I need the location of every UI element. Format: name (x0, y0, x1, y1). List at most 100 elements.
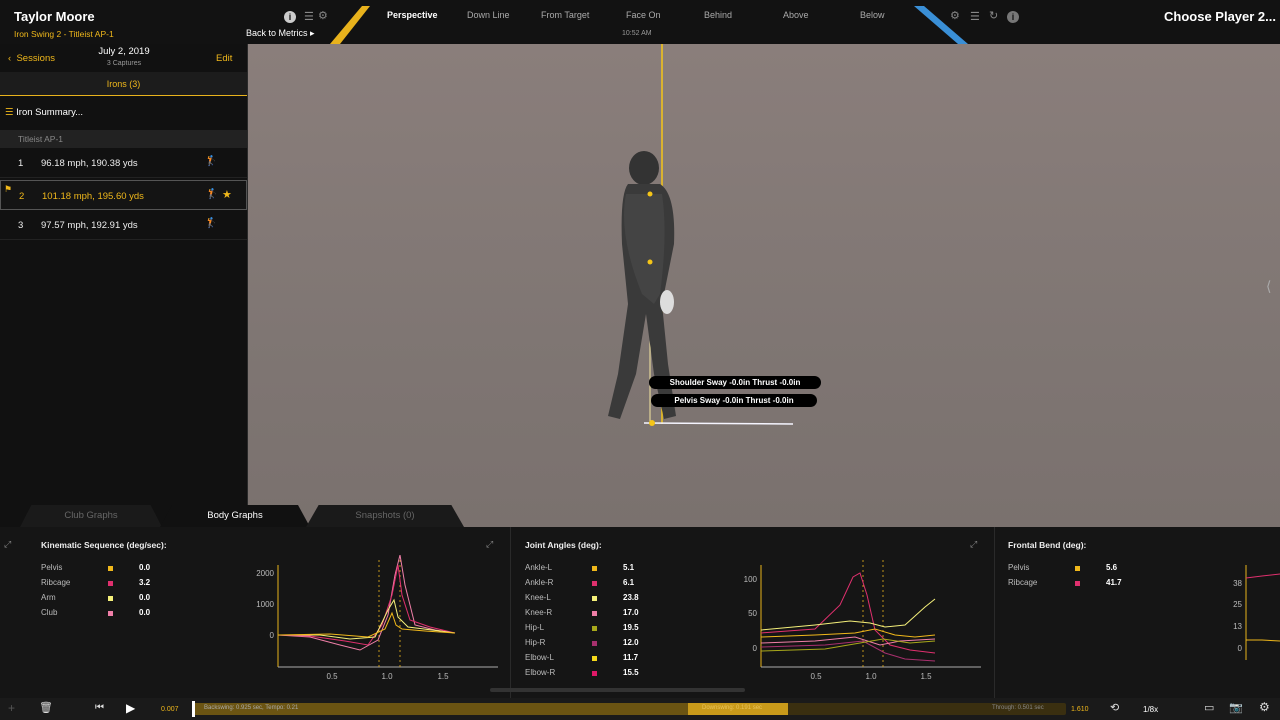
legend-item-pelvis: Pelvis 5.6 (1008, 563, 1136, 575)
view-below[interactable]: Below (860, 10, 885, 20)
legend-swatch (592, 581, 597, 586)
legend-label: Knee-R (525, 608, 553, 617)
frontal-y-tick-38: 38 (1233, 579, 1242, 588)
trash-icon[interactable]: 🗑 (39, 701, 53, 714)
view-above[interactable]: Above (783, 10, 809, 20)
view-behind[interactable]: Behind (704, 10, 732, 20)
legend-value: 5.6 (1106, 563, 1118, 572)
expand-icon-kinematic[interactable]: ⤢ (486, 539, 493, 550)
swing-viewport[interactable]: Shoulder Sway -0.0in Thrust -0.0in Pelvi… (248, 44, 1280, 527)
golfer-model (608, 44, 794, 426)
speed-label[interactable]: 1/8x (1143, 705, 1158, 714)
frontal-y-tick-13: 13 (1233, 622, 1242, 631)
legend-value: 5.1 (623, 563, 635, 572)
settings-icon[interactable]: ⚙ (1259, 700, 1270, 714)
group-header: Titleist AP-1 (0, 130, 247, 148)
list-icon-right[interactable]: ☰ (970, 10, 980, 23)
legend-swatch (108, 566, 113, 571)
legend-label: Arm (41, 593, 56, 602)
horizontal-scrollbar[interactable] (490, 688, 745, 692)
swing-number: 3 (18, 220, 24, 231)
pelvis-sway-label: Pelvis Sway -0.0in Thrust -0.0in (651, 394, 817, 407)
golfer-icon: 🏌 (205, 218, 218, 229)
legend-value: 0.0 (139, 563, 151, 572)
choose-player-2-button[interactable]: Choose Player 2... (1164, 9, 1276, 24)
legend-value: 41.7 (1106, 578, 1122, 587)
swing-row-3[interactable]: 3 97.57 mph, 192.91 yds 🏌 (0, 210, 247, 240)
view-down-line[interactable]: Down Line (467, 10, 510, 20)
legend-item-elbow-r: Elbow-R 15.5 (525, 668, 653, 680)
club-filter[interactable]: Irons (3) (0, 72, 247, 96)
legend-swatch (108, 611, 113, 616)
top-bar: Taylor Moore Iron Swing 2 - Titleist AP-… (0, 0, 1280, 44)
info-icon-right[interactable]: i (1007, 11, 1019, 23)
playhead[interactable] (192, 701, 195, 717)
backswing-label: Backswing: 0.925 sec, Tempo: 0.21 (204, 705, 299, 711)
arm-series (278, 598, 456, 640)
expand-icon[interactable]: ⤢ (4, 539, 11, 550)
flag-icon: ⚑ (4, 184, 13, 194)
shoulder-sway-label: Shoulder Sway -0.0in Thrust -0.0in (649, 376, 821, 389)
legend-label: Ankle-R (525, 578, 554, 587)
legend-label: Club (41, 608, 58, 617)
swing-number: 2 (19, 191, 25, 202)
legend-label: Hip-L (525, 623, 545, 632)
capture-count: 3 Captures (106, 60, 142, 67)
legend-item-hip-l: Hip-L 19.5 (525, 623, 653, 635)
legend-label: Pelvis (1008, 563, 1030, 572)
legend-item-ankle-l: Ankle-L 5.1 (525, 563, 653, 575)
tab-snapshots[interactable]: Snapshots (0) (306, 505, 464, 527)
play-icon[interactable]: ▶ (126, 701, 135, 715)
session-date: July 2, 2019 (98, 46, 150, 57)
legend-item-ankle-r: Ankle-R 6.1 (525, 578, 653, 590)
swing-value: 96.18 mph, 190.38 yds (41, 158, 138, 169)
joint-x-tick-0.5: 0.5 (810, 672, 822, 681)
pelvis-series (277, 611, 456, 638)
summary-list-icon: ☰ (5, 107, 14, 118)
edit-button[interactable]: Edit (216, 53, 232, 64)
info-icon[interactable]: i (284, 11, 296, 23)
swing-row-2[interactable]: ⚑ 2 101.18 mph, 195.60 yds 🏌 ★ (0, 180, 247, 210)
capture-timestamp: 10:52 AM (622, 30, 652, 37)
camera-icon[interactable]: 📷 (1229, 701, 1243, 714)
bookmark-icon[interactable]: ▭ (1204, 701, 1214, 714)
back-to-metrics-label: Back to Metrics (246, 28, 308, 38)
tab-club-graphs[interactable]: Club Graphs (20, 505, 162, 527)
view-face-on[interactable]: Face On (626, 10, 661, 20)
legend-value: 15.5 (623, 668, 639, 677)
frontal-bend-title: Frontal Bend (deg): (1008, 540, 1087, 550)
legend-value: 23.8 (623, 593, 639, 602)
legend-label: Elbow-R (525, 668, 556, 677)
expand-icon-joints[interactable]: ⤢ (970, 539, 977, 550)
timeline-end: 1.610 (1071, 706, 1089, 713)
timeline-start: 0.007 (161, 706, 179, 713)
expand-panel-icon[interactable]: ⟨ (1266, 278, 1271, 295)
view-perspective[interactable]: Perspective (387, 10, 438, 20)
loop-icon[interactable]: ⟲ (1110, 701, 1119, 714)
gold-accent-stripe (330, 6, 370, 44)
kin-x-tick-0.5: 0.5 (326, 672, 338, 681)
legend-label: Ribcage (41, 578, 71, 587)
view-from-target[interactable]: From Target (541, 10, 589, 20)
playback-timeline: + 🗑 ⏮ ▶ 0.007 Backswing: 0.925 sec, Temp… (0, 698, 1280, 720)
tab-body-graphs[interactable]: Body Graphs (160, 505, 310, 527)
knee-l-series (760, 598, 936, 631)
rewind-icon[interactable]: ⏮ (95, 702, 104, 713)
timeline-track[interactable]: Backswing: 0.925 sec, Tempo: 0.21 Downsw… (192, 701, 1066, 717)
legend-swatch (592, 671, 597, 676)
star-icon[interactable]: ★ (222, 188, 232, 201)
add-icon[interactable]: + (8, 701, 15, 715)
frontal-y-tick-25: 25 (1233, 600, 1242, 609)
iron-summary-button[interactable]: ☰ Iron Summary... (5, 107, 83, 118)
legend-swatch (1075, 566, 1080, 571)
blue-accent-stripe (914, 6, 968, 44)
legend-label: Ribcage (1008, 578, 1038, 587)
legend-label: Knee-L (525, 593, 551, 602)
gear-icon-right[interactable]: ⚙ (950, 9, 960, 22)
player-name[interactable]: Taylor Moore (14, 9, 95, 24)
kin-x-tick-1.5: 1.5 (437, 672, 449, 681)
back-to-metrics-button[interactable]: Back to Metrics ▸ (246, 28, 315, 39)
legend-swatch (108, 581, 113, 586)
refresh-icon[interactable]: ↻ (989, 9, 998, 22)
swing-row-1[interactable]: 1 96.18 mph, 190.38 yds 🏌 (0, 148, 247, 178)
